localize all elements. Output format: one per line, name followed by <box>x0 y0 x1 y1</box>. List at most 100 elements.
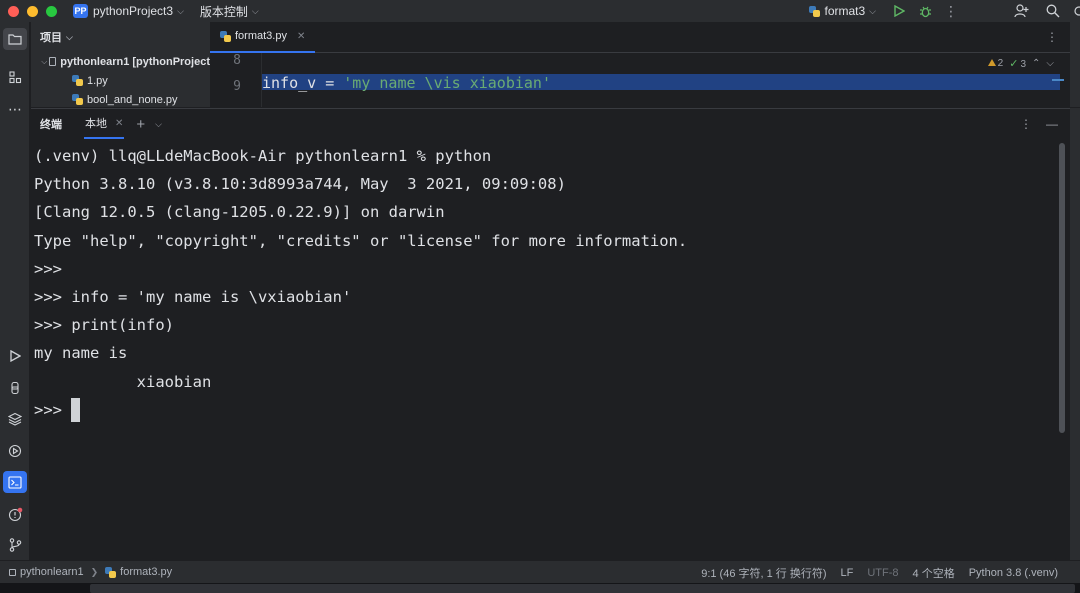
file-encoding[interactable]: UTF-8 <box>867 567 898 579</box>
run-tool-button[interactable] <box>3 345 27 367</box>
terminal-line: [Clang 12.0.5 (clang-1205.0.22.9)] on da… <box>34 203 445 222</box>
terminal-line: >>> info = 'my name is \vxiaobian' <box>34 287 352 306</box>
git-branch-icon <box>9 538 21 552</box>
title-bar: PP pythonProject3 ⌵ 版本控制 ⌵ format3 ⌵ ⋮ <box>0 0 1080 22</box>
line-separator[interactable]: LF <box>841 567 854 579</box>
bottom-overlay <box>90 584 1075 593</box>
terminal-line: my name is <box>34 344 128 363</box>
caret-position[interactable]: 9:1 (46 字符, 1 行 换行符) <box>701 565 826 581</box>
python-console-icon <box>11 381 19 395</box>
python-console-button[interactable] <box>3 377 27 399</box>
new-terminal-plus-icon[interactable]: + <box>136 116 145 133</box>
breadcrumb-module[interactable]: pythonlearn1 <box>20 566 84 578</box>
chevron-down-icon[interactable]: ⌵ <box>66 32 73 43</box>
module-icon <box>9 568 16 576</box>
code-text: info_v = <box>262 74 344 92</box>
check-icon: ✓ <box>1009 58 1019 70</box>
services-tool-button[interactable] <box>3 440 27 462</box>
editor-area: format3.py ✕ ⋮ 8 9 info_v = 'my name \vi… <box>210 22 1070 107</box>
text-cursor <box>71 398 81 423</box>
terminal-prompt: >>> <box>34 400 72 419</box>
terminal-scrollbar[interactable] <box>1059 143 1065 433</box>
tree-file-item[interactable]: bool_and_none.py <box>31 90 210 107</box>
inspection-widget[interactable]: 2 ✓ 3 ⌃ ⌵ <box>987 57 1054 70</box>
structure-icon <box>8 70 21 83</box>
run-icon[interactable] <box>890 2 908 20</box>
code-string: 'my name \vis xiaobian' <box>343 74 551 92</box>
project-selector[interactable]: pythonProject3 <box>93 4 173 18</box>
project-panel-header[interactable]: 项目 ⌵ <box>31 22 210 52</box>
chevron-up-icon[interactable]: ⌃ <box>1032 58 1040 69</box>
project-panel-title: 项目 <box>40 32 62 44</box>
line-number: 8 <box>233 53 241 68</box>
breadcrumb: pythonlearn1 ❯ format3.py <box>9 566 172 578</box>
add-user-icon[interactable] <box>1012 2 1030 20</box>
tree-root-folder[interactable]: ⌵ pythonlearn1 [pythonProject <box>31 52 210 71</box>
terminal-line: xiaobian <box>34 372 212 391</box>
python-packages-button[interactable] <box>3 408 27 430</box>
terminal-line: Python 3.8.10 (v3.8.10:3d8993a744, May 3… <box>34 175 566 194</box>
terminal-output[interactable]: (.venv) llq@LLdeMacBook-Air pythonlearn1… <box>34 142 1054 561</box>
vcs-menu[interactable]: 版本控制 <box>200 3 248 20</box>
python-file-icon <box>220 30 231 42</box>
chevron-down-icon[interactable]: ⌵ <box>155 119 162 130</box>
breadcrumb-file[interactable]: format3.py <box>120 566 172 578</box>
minimize-window-button[interactable] <box>27 5 38 17</box>
tree-file-label: bool_and_none.py <box>87 93 178 106</box>
line-number-gutter: 8 9 <box>210 53 262 107</box>
close-icon[interactable]: ✕ <box>297 31 305 42</box>
terminal-prompt-line[interactable]: >>> <box>34 396 1054 424</box>
problems-tool-button[interactable] <box>3 503 27 525</box>
python-file-icon <box>72 75 83 86</box>
chevron-down-icon[interactable]: ⌵ <box>1046 58 1054 69</box>
python-file-icon <box>72 94 83 105</box>
code-line[interactable]: info_v = 'my name \vis xiaobian' <box>262 74 1060 92</box>
right-tool-strip-lower <box>1070 108 1080 560</box>
line-number: 9 <box>233 79 241 94</box>
folder-icon <box>8 34 22 45</box>
chevron-down-icon[interactable]: ⌵ <box>177 6 184 17</box>
indent-setting[interactable]: 4 个空格 <box>913 565 955 581</box>
terminal-title: 终端 <box>40 119 62 131</box>
terminal-tab-bar: 终端 本地 ✕ + ⌵ ⋮ — <box>31 109 1070 139</box>
close-window-button[interactable] <box>8 5 19 17</box>
chevron-down-icon[interactable]: ⌵ <box>40 57 49 67</box>
structure-tool-button[interactable] <box>3 66 27 88</box>
more-icon[interactable]: ⋮ <box>1046 30 1058 44</box>
project-badge[interactable]: PP <box>73 4 88 18</box>
run-config-selector[interactable]: format3 ⌵ <box>809 4 876 18</box>
left-tool-strip: ⋯ <box>0 22 30 560</box>
terminal-panel: 终端 本地 ✕ + ⌵ ⋮ — (.venv) llq@LLdeMacBook-… <box>31 108 1070 560</box>
chevron-down-icon[interactable]: ⌵ <box>252 6 259 17</box>
terminal-tab-local[interactable]: 本地 ✕ <box>84 109 125 139</box>
python-interpreter[interactable]: Python 3.8 (.venv) <box>969 567 1058 579</box>
project-panel: 项目 ⌵ ⌵ pythonlearn1 [pythonProject 1.py … <box>31 22 210 107</box>
warning-count: 2 <box>997 58 1004 69</box>
run-config-label: format3 <box>824 4 866 18</box>
terminal-tab-label: 本地 <box>85 118 107 130</box>
problems-icon <box>8 507 22 521</box>
zoom-window-button[interactable] <box>46 5 57 17</box>
git-tool-button[interactable] <box>3 534 27 556</box>
hide-panel-icon[interactable]: — <box>1046 117 1058 131</box>
window-controls <box>8 5 57 17</box>
tree-file-item[interactable]: 1.py <box>31 71 210 90</box>
folder-icon <box>48 57 57 66</box>
project-tool-button[interactable] <box>3 28 27 50</box>
more-actions-icon[interactable]: ⋮ <box>942 2 960 20</box>
check-count: 3 <box>1020 59 1027 70</box>
tree-root-label: pythonlearn1 [pythonProject <box>60 55 210 68</box>
terminal-tool-button[interactable] <box>3 471 27 493</box>
debug-icon[interactable] <box>916 2 934 20</box>
terminal-icon <box>8 475 22 489</box>
terminal-line: >>> print(info) <box>34 316 174 335</box>
terminal-line: Type "help", "copyright", "credits" or "… <box>34 231 688 250</box>
close-icon[interactable]: ✕ <box>115 118 123 129</box>
terminal-line: (.venv) llq@LLdeMacBook-Air pythonlearn1… <box>34 147 492 165</box>
more-tools-icon[interactable]: ⋯ <box>3 98 27 120</box>
more-options-icon[interactable]: ⋮ <box>1020 117 1032 131</box>
scrollbar-marker <box>1052 79 1064 81</box>
editor-tab[interactable]: format3.py ✕ <box>210 22 316 53</box>
search-icon[interactable] <box>1044 2 1062 20</box>
settings-gear-icon[interactable] <box>1070 2 1080 20</box>
